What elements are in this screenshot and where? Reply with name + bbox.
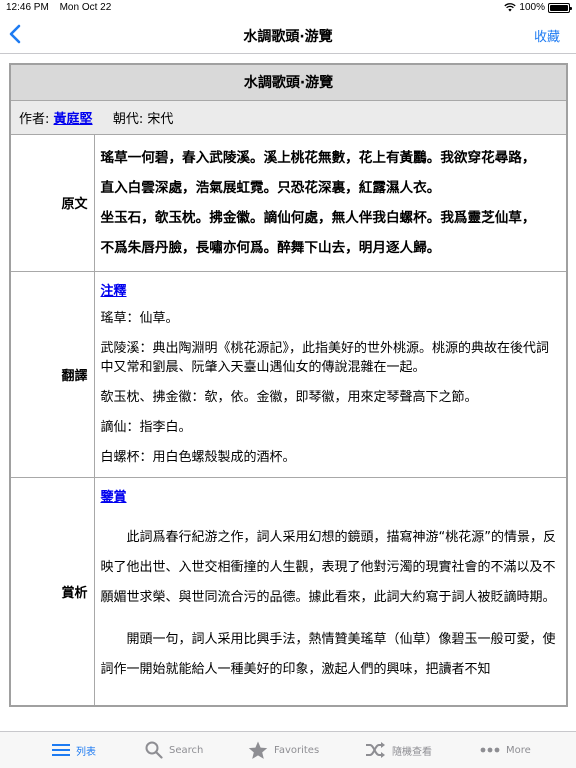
battery-fill <box>550 4 568 11</box>
note-item: 白螺杯：用白色螺殼製成的酒杯。 <box>100 449 296 465</box>
original-line: 坐玉石，欹玉枕。拂金徽。謫仙何處，無人伴我白螺杯。我爲靈芝仙草， <box>100 209 536 226</box>
appreciation-paragraph: 開頭一句，詞人采用比興手法，熱情贊美瑤草（仙草）像碧玉一般可愛，使詞作一開始就能… <box>100 631 556 677</box>
tab-list-label: 列表 <box>76 746 96 758</box>
tab-more[interactable]: More <box>480 740 531 760</box>
original-line: 不爲朱唇丹臉，長嘯亦何爲。醉舞下山去，明月逐人歸。 <box>100 239 441 256</box>
more-icon <box>480 747 500 753</box>
nav-title: 水調歌頭·游覽 <box>243 29 333 45</box>
author-link[interactable]: 黃庭堅 <box>54 112 93 127</box>
dynasty-label: 朝代: <box>112 111 144 127</box>
dynasty-value: 宋代 <box>147 111 174 127</box>
poem-title: 水調歌頭·游覽 <box>9 63 568 101</box>
tab-list[interactable]: 列表 <box>52 740 96 760</box>
appreciation-label: 賞析 <box>9 476 95 706</box>
author-row: 作者: 黃庭堅 朝代: 宋代 <box>9 99 568 135</box>
search-icon <box>145 741 163 759</box>
battery-icon <box>548 2 572 13</box>
translation-text: 注釋 瑤草：仙草。 武陵溪：典出陶淵明《桃花源記》，此指美好的世外桃源。桃源的典… <box>93 270 568 478</box>
original-label: 原文 <box>9 133 95 272</box>
list-icon <box>52 744 70 756</box>
tab-random-label: 隨機查看 <box>392 746 432 758</box>
note-item: 欹玉枕、拂金徽：欹，依。金徽，即琴徽，用來定琴聲高下之節。 <box>100 389 478 405</box>
notes-link[interactable]: 注釋 <box>101 280 561 299</box>
status-time: 12:46 PM <box>6 2 49 13</box>
tab-search-label: Search <box>169 744 204 756</box>
tab-favorites[interactable]: Favorites <box>248 740 319 760</box>
star-icon <box>248 741 268 759</box>
status-right: 100% <box>504 2 572 13</box>
appreciation-paragraph: 此詞爲春行紀游之作，詞人采用幻想的鏡頭，描寫神游“桃花源”的情景，反映了他出世、… <box>100 529 556 605</box>
poem-content[interactable]: 水調歌頭·游覽 作者: 黃庭堅 朝代: 宋代 原文 瑤草一何碧，春入武陵溪。溪上… <box>0 55 576 731</box>
appreciation-text: 鑒賞 此詞爲春行紀游之作，詞人采用幻想的鏡頭，描寫神游“桃花源”的情景，反映了他… <box>93 476 568 706</box>
tab-bar: 列表 Search Favorites 隨機查看 More <box>0 731 576 768</box>
tab-more-label: More <box>506 744 531 756</box>
translation-label: 翻譯 <box>9 270 95 478</box>
status-left: 12:46 PM Mon Oct 22 <box>6 2 119 13</box>
status-bar: 12:46 PM Mon Oct 22 100% <box>0 0 576 16</box>
author-label: 作者: <box>19 111 50 127</box>
wifi-icon <box>504 3 517 12</box>
note-item: 武陵溪：典出陶淵明《桃花源記》，此指美好的世外桃源。桃源的典故在後代詞中又常和劉… <box>100 340 550 375</box>
tab-favorites-label: Favorites <box>274 744 320 756</box>
favorite-button[interactable]: 收藏 <box>534 26 560 45</box>
poem-table: 水調歌頭·游覽 作者: 黃庭堅 朝代: 宋代 原文 瑤草一何碧，春入武陵溪。溪上… <box>9 63 568 707</box>
original-line: 瑤草一何碧，春入武陵溪。溪上桃花無數，花上有黃鸝。我欲穿花尋路， <box>100 149 536 166</box>
tab-search[interactable]: Search <box>145 740 203 760</box>
original-line: 直入白雲深處，浩氣展虹霓。只恐花深裏，紅露濕人衣。 <box>100 179 441 196</box>
shuffle-icon <box>366 742 385 758</box>
battery-percent: 100% <box>519 2 545 13</box>
tab-random[interactable]: 隨機查看 <box>366 740 432 760</box>
original-text: 瑤草一何碧，春入武陵溪。溪上桃花無數，花上有黃鸝。我欲穿花尋路， 直入白雲深處，… <box>93 133 568 272</box>
status-date: Mon Oct 22 <box>59 2 112 13</box>
note-item: 瑤草：仙草。 <box>100 310 179 326</box>
note-item: 謫仙：指李白。 <box>100 419 192 435</box>
navigation-bar: 水調歌頭·游覽 收藏 <box>0 16 576 54</box>
appreciation-link[interactable]: 鑒賞 <box>101 486 561 505</box>
